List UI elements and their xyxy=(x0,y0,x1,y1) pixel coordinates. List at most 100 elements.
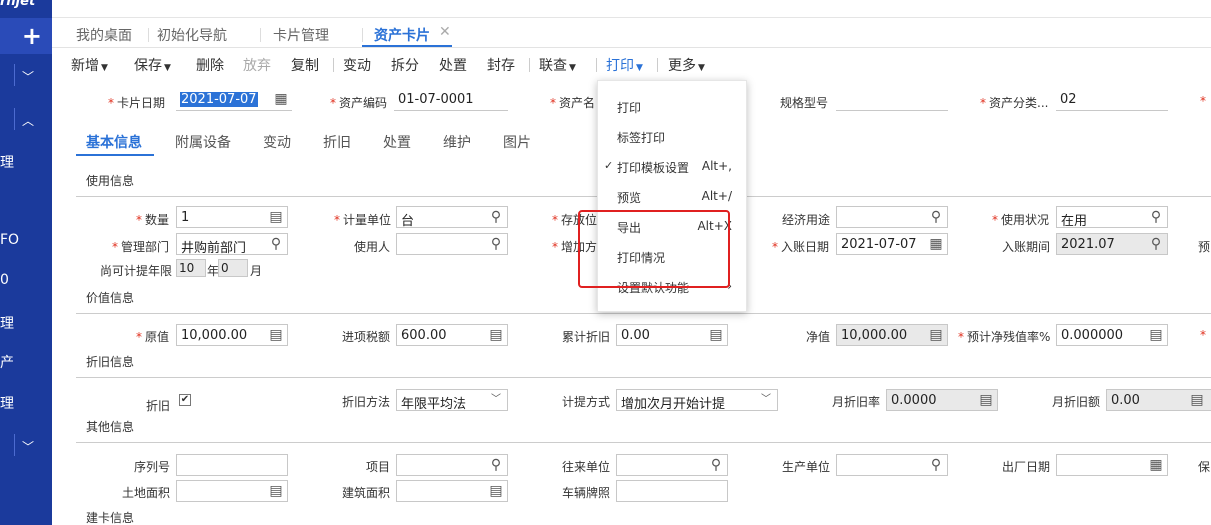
orig-value-field[interactable]: 10,000.00 ▤ xyxy=(176,324,288,346)
calculator-icon[interactable]: ▤ xyxy=(488,483,504,499)
calculator-icon[interactable]: ▤ xyxy=(978,392,994,408)
close-tab-icon[interactable]: ✕ xyxy=(439,24,451,40)
calculator-icon[interactable]: ▤ xyxy=(1189,392,1205,408)
delete-button[interactable]: 删除 xyxy=(196,55,224,75)
partner-field[interactable]: ⚲ xyxy=(616,454,728,476)
chevron-down-icon[interactable]: ﹀ xyxy=(758,392,774,408)
menu-item-label-print[interactable]: 标签打印 xyxy=(598,120,746,150)
remain-months-value: 0 xyxy=(221,261,229,275)
tab-attachments[interactable]: 附属设备 xyxy=(175,132,231,152)
split-button[interactable]: 拆分 xyxy=(391,55,419,75)
tab-changes[interactable]: 变动 xyxy=(263,132,291,152)
depr-checkbox[interactable]: ✔ xyxy=(179,394,191,406)
tab-asset-card[interactable]: 资产卡片 xyxy=(374,25,430,45)
menu-item-template-settings[interactable]: ✓ 打印模板设置 Alt+, xyxy=(598,150,746,180)
search-icon[interactable]: ⚲ xyxy=(1148,209,1164,225)
calculator-icon[interactable]: ▤ xyxy=(268,209,284,225)
seal-button[interactable]: 封存 xyxy=(487,55,515,75)
calculator-icon[interactable]: ▤ xyxy=(708,327,724,343)
residual-rate-field[interactable]: 0.000000 ▤ xyxy=(1056,324,1168,346)
tab-images[interactable]: 图片 xyxy=(503,132,531,152)
status-field[interactable]: 在用 ⚲ xyxy=(1056,206,1168,228)
calculator-icon[interactable]: ▤ xyxy=(928,327,944,343)
search-icon[interactable]: ⚲ xyxy=(928,209,944,225)
save-button[interactable]: 保存 ▼ xyxy=(134,55,171,75)
plate-field[interactable] xyxy=(616,480,728,502)
user-field[interactable]: ⚲ xyxy=(396,233,508,255)
monthly-rate-field[interactable]: 0.0000 ▤ xyxy=(886,389,998,411)
sidebar-item-2[interactable]: FO xyxy=(0,232,19,248)
new-button[interactable]: 新增 ▼ xyxy=(71,55,108,75)
sidebar-item-1[interactable]: 理 xyxy=(0,152,14,172)
more-button[interactable]: 更多 ▼ xyxy=(668,55,705,75)
purpose-label: 经济用途 xyxy=(782,213,831,227)
net-value-field[interactable]: 10,000.00 ▤ xyxy=(836,324,948,346)
accum-depr-field[interactable]: 0.00 ▤ xyxy=(616,324,728,346)
search-icon[interactable]: ⚲ xyxy=(488,209,504,225)
factory-date-field[interactable]: ▦ xyxy=(1056,454,1168,476)
menu-item-print[interactable]: 打印 xyxy=(598,90,746,120)
search-icon[interactable]: ⚲ xyxy=(268,236,284,252)
calendar-icon[interactable]: ▦ xyxy=(928,236,944,252)
entry-period-field[interactable]: 2021.07 ⚲ xyxy=(1056,233,1168,255)
tab-card-mgmt[interactable]: 卡片管理 xyxy=(273,25,329,45)
print-button[interactable]: 打印 ▼ xyxy=(606,55,643,75)
menu-item-preview[interactable]: 预览 Alt+/ xyxy=(598,180,746,210)
entry-date-field[interactable]: 2021-07-07 ▦ xyxy=(836,233,948,255)
calendar-icon[interactable]: ▦ xyxy=(273,91,289,107)
calculator-icon[interactable]: ▤ xyxy=(1148,327,1164,343)
dispose-button[interactable]: 处置 xyxy=(439,55,467,75)
search-icon[interactable]: ⚲ xyxy=(928,457,944,473)
depr-method-select[interactable]: 年限平均法 ﹀ xyxy=(396,389,508,411)
remain-years-field[interactable]: 10 xyxy=(176,259,206,277)
sidebar-item-3[interactable]: 0 xyxy=(0,272,9,288)
monthly-amount-field[interactable]: 0.00 ▤ xyxy=(1106,389,1211,411)
purpose-field[interactable]: ⚲ xyxy=(836,206,948,228)
serial-field[interactable] xyxy=(176,454,288,476)
add-plus-button[interactable]: + xyxy=(0,18,52,54)
tab-maintenance[interactable]: 维护 xyxy=(443,132,471,152)
tab-init-nav[interactable]: 初始化导航 xyxy=(157,25,227,45)
land-area-field[interactable]: ▤ xyxy=(176,480,288,502)
sidebar-more-toggle[interactable]: ﹀ xyxy=(0,430,52,460)
unit-field[interactable]: 台 ⚲ xyxy=(396,206,508,228)
tab-depreciation[interactable]: 折旧 xyxy=(323,132,351,152)
dept-field[interactable]: 井购前部门 ⚲ xyxy=(176,233,288,255)
change-button[interactable]: 变动 xyxy=(343,55,371,75)
search-icon[interactable]: ⚲ xyxy=(488,236,504,252)
spec-field[interactable] xyxy=(836,89,948,111)
search-icon[interactable]: ⚲ xyxy=(488,457,504,473)
menu-item-default-function[interactable]: 设置默认功能 › xyxy=(598,270,746,300)
sidebar-item-4[interactable]: 理 xyxy=(0,313,14,333)
tab-basic-info[interactable]: 基本信息 xyxy=(86,132,142,152)
menu-item-print-status[interactable]: 打印情况 xyxy=(598,240,746,270)
sidebar-item-6[interactable]: 理 xyxy=(0,393,14,413)
tab-my-desktop[interactable]: 我的桌面 xyxy=(76,25,132,45)
linked-query-button[interactable]: 联查 ▼ xyxy=(539,55,576,75)
building-area-field[interactable]: ▤ xyxy=(396,480,508,502)
accrual-mode-value: 增加次月开始计提 xyxy=(621,397,726,411)
sidebar-collapse-toggle[interactable]: ︿ xyxy=(0,104,52,134)
remain-months-field[interactable]: 0 xyxy=(218,259,248,277)
discard-button[interactable]: 放弃 xyxy=(243,55,271,75)
calculator-icon[interactable]: ▤ xyxy=(268,327,284,343)
calculator-icon[interactable]: ▤ xyxy=(268,483,284,499)
sidebar-item-5[interactable]: 产 xyxy=(0,352,14,372)
search-icon[interactable]: ⚲ xyxy=(708,457,724,473)
tax-field[interactable]: 600.00 ▤ xyxy=(396,324,508,346)
sidebar-expand-toggle[interactable]: ﹀ xyxy=(0,60,52,90)
calculator-icon[interactable]: ▤ xyxy=(488,327,504,343)
project-field[interactable]: ⚲ xyxy=(396,454,508,476)
asset-code-field[interactable]: 01-07-0001 xyxy=(394,89,508,111)
maker-field[interactable]: ⚲ xyxy=(836,454,948,476)
card-date-field[interactable]: 2021-07-07 ▦ xyxy=(176,89,292,111)
copy-button[interactable]: 复制 xyxy=(291,55,319,75)
category-field[interactable]: 02 xyxy=(1056,89,1168,111)
accrual-mode-select[interactable]: 增加次月开始计提 ﹀ xyxy=(616,389,778,411)
qty-field[interactable]: 1 ▤ xyxy=(176,206,288,228)
search-icon[interactable]: ⚲ xyxy=(1148,236,1164,252)
tab-disposal[interactable]: 处置 xyxy=(383,132,411,152)
calendar-icon[interactable]: ▦ xyxy=(1148,457,1164,473)
menu-item-export[interactable]: 导出 Alt+X xyxy=(598,210,746,240)
chevron-down-icon[interactable]: ﹀ xyxy=(488,392,504,408)
